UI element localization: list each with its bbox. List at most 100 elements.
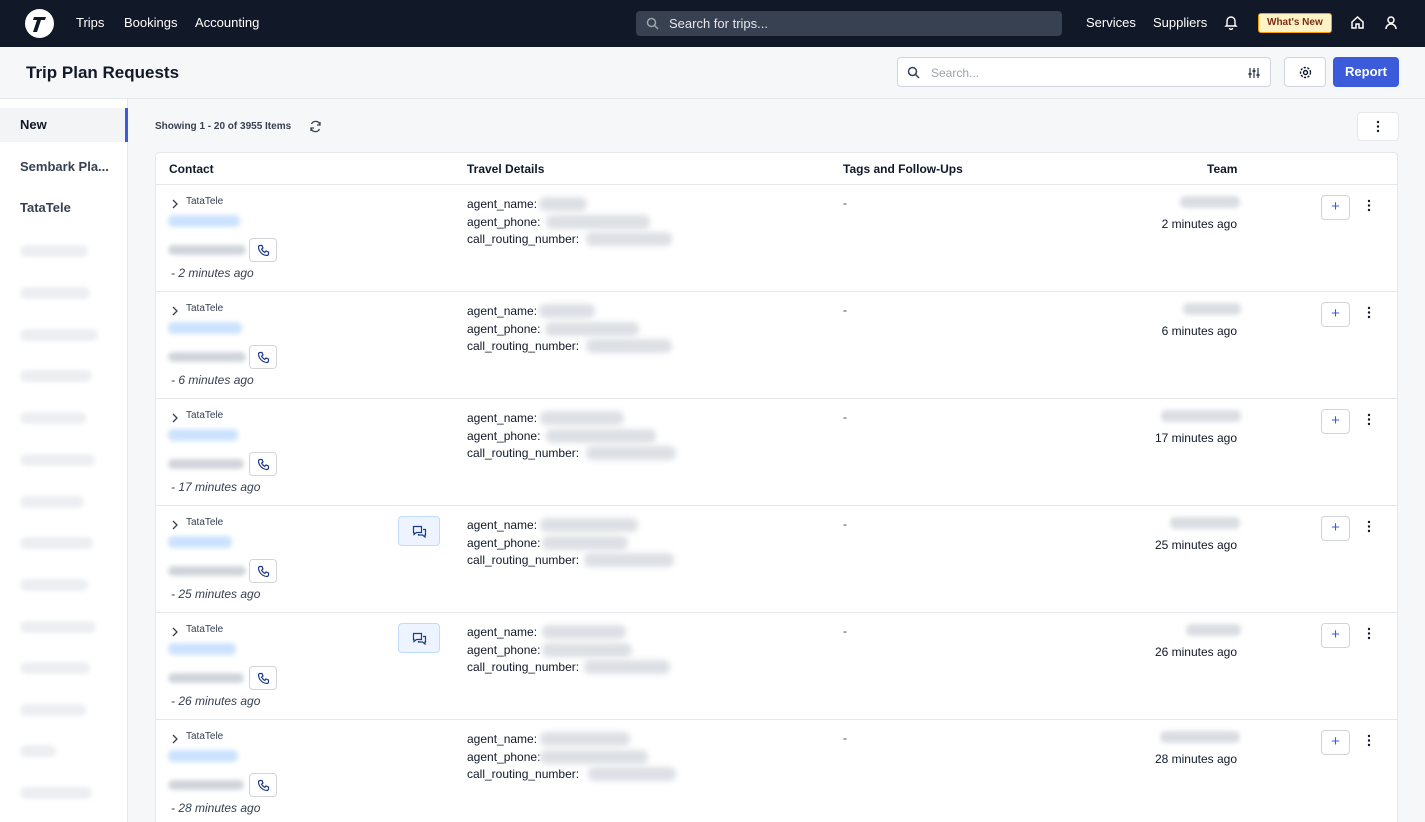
report-button[interactable]: Report bbox=[1333, 57, 1399, 87]
travel-field-label: agent_name: bbox=[467, 411, 538, 425]
sidebar-item-redacted[interactable] bbox=[20, 787, 92, 799]
expand-chevron-icon[interactable] bbox=[171, 303, 179, 321]
sidebar-item-redacted[interactable] bbox=[20, 454, 95, 466]
column-header-travel-details[interactable]: Travel Details bbox=[467, 162, 544, 176]
column-header-team[interactable]: Team bbox=[1207, 162, 1237, 176]
sidebar-item-redacted[interactable] bbox=[20, 745, 56, 757]
contact-name-redacted[interactable] bbox=[168, 322, 242, 334]
contact-source: TataTele bbox=[186, 624, 224, 635]
sidebar-item-redacted[interactable] bbox=[20, 287, 90, 299]
table-row[interactable]: TataTele - 26 minutes ago agent_name: agent… bbox=[156, 613, 1397, 720]
kebab-icon bbox=[1376, 120, 1380, 133]
sidebar-item-sembark[interactable]: Sembark Pla... bbox=[0, 150, 128, 184]
travel-field-value-redacted bbox=[546, 214, 650, 229]
phone-icon bbox=[257, 351, 270, 364]
add-follow-up-button[interactable]: + bbox=[1321, 623, 1350, 648]
nav-services[interactable]: Services bbox=[1086, 15, 1136, 31]
row-kebab-icon[interactable] bbox=[1366, 306, 1372, 324]
table-row[interactable]: TataTele - 28 minutes ago agent_name: agent… bbox=[156, 720, 1397, 822]
chat-button[interactable] bbox=[398, 623, 440, 653]
more-options-button[interactable] bbox=[1357, 112, 1399, 141]
travel-field-label: agent_name: bbox=[467, 197, 538, 211]
nav-bookings[interactable]: Bookings bbox=[124, 15, 177, 31]
sidebar-item-redacted[interactable] bbox=[20, 496, 84, 508]
search-icon bbox=[646, 17, 659, 35]
call-button[interactable] bbox=[249, 666, 277, 690]
sidebar-item-new[interactable]: New bbox=[0, 108, 128, 142]
row-kebab-icon[interactable] bbox=[1366, 413, 1372, 431]
tags-value: - bbox=[843, 517, 847, 531]
settings-button[interactable] bbox=[1284, 57, 1326, 87]
row-kebab-icon[interactable] bbox=[1366, 627, 1372, 645]
travel-field-value-redacted bbox=[539, 304, 595, 318]
call-button[interactable] bbox=[249, 773, 277, 797]
travel-field-value-redacted bbox=[542, 625, 626, 639]
sidebar-item-redacted[interactable] bbox=[20, 537, 93, 549]
expand-chevron-icon[interactable] bbox=[171, 624, 179, 642]
sidebar-item-redacted[interactable] bbox=[20, 662, 90, 674]
sidebar-item-redacted[interactable] bbox=[20, 704, 86, 716]
expand-chevron-icon[interactable] bbox=[171, 196, 179, 214]
column-header-tags[interactable]: Tags and Follow-Ups bbox=[843, 162, 963, 176]
contact-name-redacted[interactable] bbox=[168, 429, 238, 441]
row-kebab-icon[interactable] bbox=[1366, 199, 1372, 217]
sidebar-item-redacted[interactable] bbox=[20, 370, 92, 382]
sidebar-item-redacted[interactable] bbox=[20, 245, 88, 257]
column-header-contact[interactable]: Contact bbox=[169, 162, 214, 176]
add-follow-up-button[interactable]: + bbox=[1321, 516, 1350, 541]
add-follow-up-button[interactable]: + bbox=[1321, 302, 1350, 327]
home-icon[interactable] bbox=[1350, 15, 1365, 35]
nav-suppliers[interactable]: Suppliers bbox=[1153, 15, 1207, 31]
nav-accounting[interactable]: Accounting bbox=[195, 15, 259, 31]
nav-trips[interactable]: Trips bbox=[76, 15, 104, 31]
call-button[interactable] bbox=[249, 345, 277, 369]
user-icon[interactable] bbox=[1384, 15, 1398, 35]
row-kebab-icon[interactable] bbox=[1366, 520, 1372, 538]
contact-source: TataTele bbox=[186, 410, 224, 421]
call-button[interactable] bbox=[249, 238, 277, 262]
contact-time-ago: - 28 minutes ago bbox=[171, 801, 261, 815]
row-kebab-icon[interactable] bbox=[1366, 734, 1372, 752]
travel-field-label: call_routing_number: bbox=[467, 553, 580, 567]
table-row[interactable]: TataTele - 2 minutes ago agent_name: agent_… bbox=[156, 185, 1397, 292]
refresh-icon[interactable] bbox=[309, 120, 322, 138]
sidebar-item-redacted[interactable] bbox=[20, 412, 86, 424]
sidebar-item-redacted[interactable] bbox=[20, 329, 98, 341]
requests-table: Contact Travel Details Tags and Follow-U… bbox=[155, 152, 1398, 822]
page-title: Trip Plan Requests bbox=[26, 63, 180, 82]
whats-new-button[interactable]: What's New bbox=[1258, 13, 1332, 33]
contact-name-redacted[interactable] bbox=[168, 643, 236, 655]
tags-value: - bbox=[843, 303, 847, 317]
chat-button[interactable] bbox=[398, 516, 440, 546]
filter-sliders-icon[interactable] bbox=[1248, 66, 1260, 84]
add-follow-up-button[interactable]: + bbox=[1321, 195, 1350, 220]
sidebar-item-tatatele[interactable]: TataTele bbox=[0, 191, 128, 225]
call-button[interactable] bbox=[249, 452, 277, 476]
global-search-input[interactable]: Search for trips... bbox=[636, 11, 1062, 36]
team-member-redacted bbox=[1180, 196, 1240, 208]
sidebar-item-redacted[interactable] bbox=[20, 621, 96, 633]
app-logo-icon[interactable] bbox=[25, 9, 54, 38]
expand-chevron-icon[interactable] bbox=[171, 731, 179, 749]
call-button[interactable] bbox=[249, 559, 277, 583]
expand-chevron-icon[interactable] bbox=[171, 410, 179, 428]
table-row[interactable]: TataTele - 6 minutes ago agent_name: agent_… bbox=[156, 292, 1397, 399]
tags-value: - bbox=[843, 410, 847, 424]
sidebar-item-redacted[interactable] bbox=[20, 579, 88, 591]
bell-icon[interactable] bbox=[1224, 15, 1238, 35]
table-row[interactable]: TataTele - 17 minutes ago agent_name: agent… bbox=[156, 399, 1397, 506]
travel-field-value-redacted bbox=[588, 767, 676, 781]
table-header: Contact Travel Details Tags and Follow-U… bbox=[156, 153, 1397, 185]
travel-field-value-redacted bbox=[540, 518, 638, 532]
table-row[interactable]: TataTele - 25 minutes ago agent_name: agent… bbox=[156, 506, 1397, 613]
add-follow-up-button[interactable]: + bbox=[1321, 409, 1350, 434]
travel-field-label: agent_phone: bbox=[467, 321, 541, 336]
contact-name-redacted[interactable] bbox=[168, 215, 240, 227]
add-follow-up-button[interactable]: + bbox=[1321, 730, 1350, 755]
contact-name-redacted[interactable] bbox=[168, 536, 232, 548]
page-search-input[interactable]: Search... bbox=[897, 57, 1271, 87]
travel-field-label: call_routing_number: bbox=[467, 767, 580, 781]
team-member-redacted bbox=[1161, 410, 1241, 422]
contact-name-redacted[interactable] bbox=[168, 750, 238, 762]
expand-chevron-icon[interactable] bbox=[171, 517, 179, 535]
